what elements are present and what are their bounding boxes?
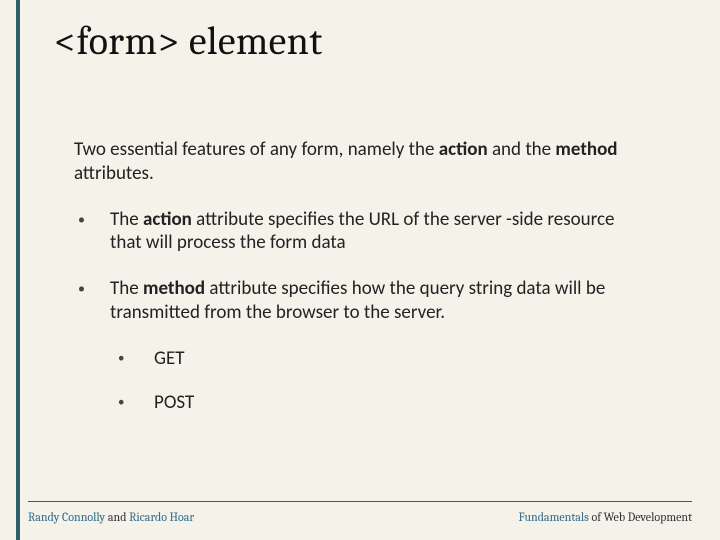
footer-divider: [28, 501, 692, 502]
text: Fundamentals: [519, 510, 589, 524]
slide-title: <form> element: [54, 18, 323, 64]
bold-action: action: [439, 138, 488, 161]
bullet-icon: •: [74, 208, 110, 232]
sub-item: • GET: [114, 347, 634, 371]
bold-method: method: [143, 277, 205, 300]
slide: <form> element Two essential features of…: [0, 0, 720, 540]
bullet-icon: •: [74, 277, 110, 301]
sub-item: • POST: [114, 391, 634, 415]
text: Two essential features of any form, name…: [74, 138, 439, 161]
sub-item-label: POST: [154, 391, 634, 415]
sub-item-label: GET: [154, 347, 634, 371]
bullet-item: • The action attribute specifies the URL…: [74, 208, 634, 256]
text: and: [105, 510, 129, 524]
sub-list: • GET • POST: [114, 347, 634, 415]
bold-method: method: [555, 138, 617, 161]
accent-bar: [16, 0, 20, 540]
bullet-text: The method attribute specifies how the q…: [110, 277, 634, 325]
intro-text: Two essential features of any form, name…: [74, 138, 634, 186]
bullet-item: • The method attribute specifies how the…: [74, 277, 634, 325]
text: The: [110, 277, 143, 300]
author-name: Ricardo Hoar: [129, 510, 194, 524]
footer-book-title: Fundamentals of Web Development: [519, 510, 692, 524]
slide-body: Two essential features of any form, name…: [74, 138, 634, 435]
bullet-icon: •: [114, 391, 154, 415]
text: The: [110, 208, 143, 231]
footer-authors: Randy Connolly and Ricardo Hoar: [28, 510, 194, 524]
author-name: Randy Connolly: [28, 510, 105, 524]
bold-action: action: [143, 208, 192, 231]
bullet-text: The action attribute specifies the URL o…: [110, 208, 634, 256]
text: and the: [488, 138, 556, 161]
text: attributes.: [74, 162, 154, 185]
bullet-icon: •: [114, 347, 154, 371]
text: of Web Development: [589, 510, 692, 524]
